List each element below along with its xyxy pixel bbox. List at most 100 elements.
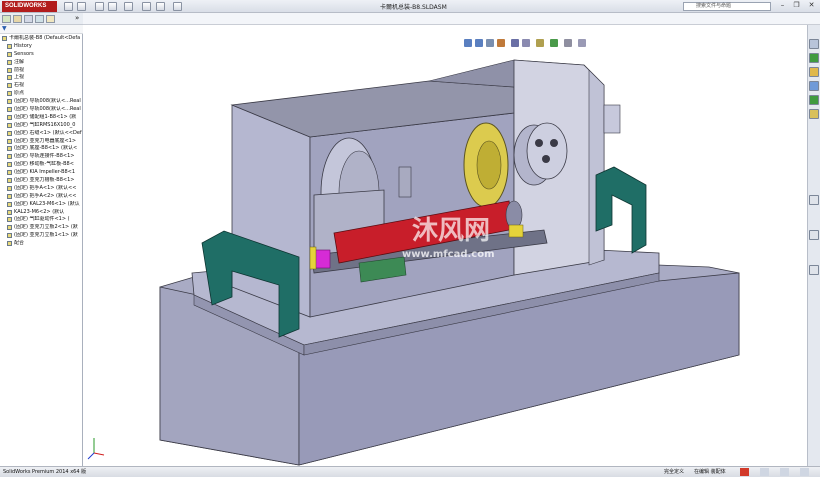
dimxpert-tab[interactable] xyxy=(35,15,44,23)
graphics-viewport[interactable]: 沐风网 www.mfcad.com xyxy=(84,25,807,466)
tree-item[interactable]: (固定) KAL23-M6<1> (默认 xyxy=(0,201,83,209)
impeller xyxy=(526,122,568,180)
restore-button[interactable]: ❐ xyxy=(791,1,802,11)
property-tab[interactable] xyxy=(13,15,22,23)
document-title: 卡爾机总装-B8.SLDASM xyxy=(380,4,447,11)
appearances-icon[interactable] xyxy=(809,95,819,105)
tree-item[interactable]: Sensors xyxy=(0,51,83,59)
search-input[interactable]: 搜索文件与命题 xyxy=(683,2,771,11)
tree-item[interactable]: (固定) 导轨连接件-B8<1> xyxy=(0,153,83,161)
tree-item-label: (固定) 导轨连接件-B8<1> xyxy=(14,153,75,160)
view-palette-icon[interactable] xyxy=(809,81,819,91)
watermark-url: www.mfcad.com xyxy=(402,249,495,260)
tree-item[interactable]: (固定) 气缸驱动件<1> ( xyxy=(0,216,83,224)
tree-item[interactable]: 注解 xyxy=(0,59,83,67)
part-icon xyxy=(7,185,12,191)
filter-icon[interactable]: ▼ xyxy=(2,25,7,32)
feature-tree-tab[interactable] xyxy=(2,15,11,23)
tray-icon[interactable] xyxy=(760,468,769,476)
assembly-model[interactable]: 沐风网 www.mfcad.com xyxy=(84,25,807,466)
new-document-icon[interactable] xyxy=(64,2,73,11)
part-icon xyxy=(7,233,12,239)
mates-icon xyxy=(7,241,12,247)
part-icon xyxy=(7,178,12,184)
tree-item[interactable]: (固定) 导轨008(默认<...Real xyxy=(0,106,83,114)
rebuild-icon[interactable] xyxy=(156,2,165,11)
plane-icon xyxy=(7,67,12,73)
tray-icon[interactable] xyxy=(780,468,789,476)
open-file-icon[interactable] xyxy=(77,2,86,11)
origin-icon xyxy=(7,91,12,97)
resources-icon[interactable] xyxy=(809,39,819,49)
watermark-brand: 沐风网 xyxy=(412,216,490,246)
tree-item[interactable]: (固定) KIA Impeller-B8<1 xyxy=(0,169,83,177)
tree-item[interactable]: (固定) 把手A<1> (默认<< xyxy=(0,185,83,193)
command-bar xyxy=(0,13,820,25)
expand-chevron-icon[interactable]: » xyxy=(75,14,79,22)
tree-item[interactable]: 前视 xyxy=(0,67,83,75)
save-icon[interactable] xyxy=(95,2,104,11)
tree-item[interactable]: History xyxy=(0,43,83,51)
tree-item[interactable]: (固定) 亚克力立板1<1> (默 xyxy=(0,232,83,240)
tree-item[interactable]: (固定) 亚克力槽板-B8<1> xyxy=(0,177,83,185)
tree-item-label: 原点 xyxy=(14,90,25,97)
tree-item[interactable]: (固定) 底座-B8<1> (默认< xyxy=(0,145,83,153)
tree-filter[interactable]: ▼ xyxy=(0,25,83,34)
part-icon xyxy=(7,146,12,152)
tree-item-label: (固定) 亚克力槽板-B8<1> xyxy=(14,177,75,184)
tree-item[interactable]: (固定) 移动板-气缸板-B8< xyxy=(0,161,83,169)
part-icon xyxy=(7,154,12,160)
tree-item[interactable]: (固定) 把手A<2> (默认<< xyxy=(0,193,83,201)
title-bar: SOLIDWORKS 卡爾机总装-B8.SLDASM 搜索文件与命题 – ❐ ✕ xyxy=(0,0,820,13)
print-icon[interactable] xyxy=(108,2,117,11)
tree-item[interactable]: (固定) 导轨008(默认<...Real xyxy=(0,98,83,106)
side-panel-icon[interactable] xyxy=(809,230,819,240)
tree-item-label: 注解 xyxy=(14,58,25,65)
plane-icon xyxy=(7,83,12,89)
file-explorer-icon[interactable] xyxy=(809,67,819,77)
tree-item-label: (固定) 气缸RMS16X100_0 xyxy=(14,121,76,128)
tree-item[interactable]: (固定) 储配组1-B8<1> (默 xyxy=(0,114,83,122)
tree-item[interactable]: 原点 xyxy=(0,90,83,98)
feature-tree: 卡爾机总装-B8 (Default<Defa History Sensors 注解前视… xyxy=(0,35,83,248)
side-panel-icon[interactable] xyxy=(809,265,819,275)
sensors-icon xyxy=(7,51,12,57)
tree-item[interactable]: 配合 xyxy=(0,240,83,248)
tree-item[interactable]: 上视 xyxy=(0,74,83,82)
magenta-fitting xyxy=(313,249,331,269)
constraint-status: 完全定义 xyxy=(664,469,685,475)
tree-item-label: (固定) 右缝<1> (默认<<Def xyxy=(14,129,82,136)
tree-item[interactable]: 右视 xyxy=(0,82,83,90)
part-icon xyxy=(7,162,12,168)
tree-item-label: (固定) 导轨008(默认<...Real xyxy=(14,98,81,105)
tree-item[interactable]: (固定) 气缸RMS16X100_0 xyxy=(0,122,83,130)
ime-icon[interactable] xyxy=(740,468,749,476)
close-button[interactable]: ✕ xyxy=(806,1,817,11)
tree-item-label: (固定) KAL23-M6<1> (默认 xyxy=(14,200,80,207)
tree-item[interactable]: (固定) 亚克力立板2<1> (默 xyxy=(0,224,83,232)
solidworks-logo[interactable]: SOLIDWORKS xyxy=(2,1,57,12)
select-icon[interactable] xyxy=(142,2,151,11)
configuration-tab[interactable] xyxy=(24,15,33,23)
tree-item[interactable]: KAL23-M6<2> (默认 xyxy=(0,209,83,217)
tree-item-label: History xyxy=(14,42,32,49)
tree-item[interactable]: (固定) 右缝<1> (默认<<Def xyxy=(0,130,83,138)
tray-icon[interactable] xyxy=(800,468,809,476)
tree-item-label: 卡爾机总装-B8 (Default<Defa xyxy=(9,35,81,41)
custom-properties-icon[interactable] xyxy=(809,109,819,119)
side-panel-icon[interactable] xyxy=(809,195,819,205)
options-icon[interactable] xyxy=(173,2,182,11)
motor-shaft xyxy=(398,166,412,198)
minimize-button[interactable]: – xyxy=(777,1,788,11)
undo-icon[interactable] xyxy=(124,2,133,11)
tree-item-label: KAL23-M6<2> (默认 xyxy=(14,208,65,215)
tree-item[interactable]: 卡爾机总装-B8 (Default<Defa xyxy=(0,35,83,43)
tree-item-label: (固定) 把手A<2> (默认<< xyxy=(14,192,77,199)
part-icon xyxy=(7,170,12,176)
part-icon xyxy=(7,138,12,144)
display-tab[interactable] xyxy=(46,15,55,23)
tree-item-label: (固定) 亚克力立板1<1> (默 xyxy=(14,232,78,239)
tree-item[interactable]: (固定) 亚克力电器底座<1> xyxy=(0,138,83,146)
tree-item-label: (固定) 导轨008(默认<...Real xyxy=(14,106,81,113)
design-library-icon[interactable] xyxy=(809,53,819,63)
